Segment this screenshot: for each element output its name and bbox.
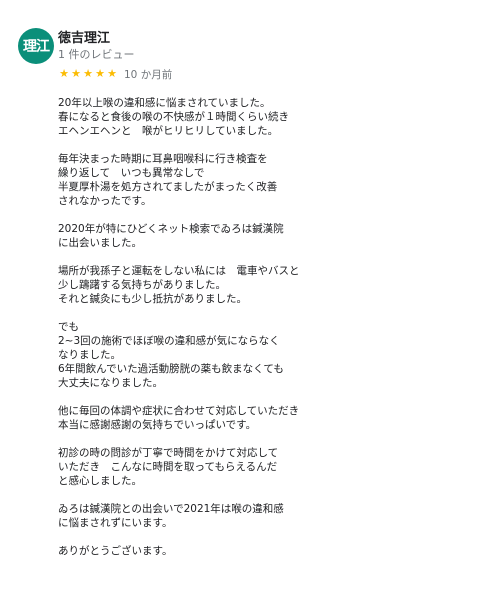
review-paragraph: 場所が我孫子と運転をしない私には 電車やバスと 少し躊躇する気持ちがありました。… xyxy=(58,265,300,305)
rating-row: ★ ★ ★ ★ ★ 10 か月前 xyxy=(58,67,172,81)
star-rating: ★ ★ ★ ★ ★ xyxy=(58,67,118,81)
review-card: 理江 徳吉理江 1 件のレビュー ★ ★ ★ ★ ★ 10 か月前 20年以上喉… xyxy=(0,0,504,601)
review-paragraph: ゐろは鍼漢院との出会いで2021年は喉の違和感 に悩まされずにいます。 xyxy=(58,503,284,529)
star-icon: ★ xyxy=(95,67,105,80)
review-paragraph: でも 2~3回の施術でほぼ喉の違和感が気にならなく なりました。 6年間飲んでい… xyxy=(58,321,284,389)
star-icon: ★ xyxy=(83,67,93,80)
review-text: 20年以上喉の違和感に悩まされていました。 春になると食後の喉の不快感が１時間く… xyxy=(58,96,488,572)
star-icon: ★ xyxy=(59,67,69,80)
avatar[interactable]: 理江 xyxy=(18,28,54,64)
star-icon: ★ xyxy=(71,67,81,80)
review-paragraph: 初診の時の問診が丁寧で時間をかけて対応して いただき こんなに時間を取ってもらえ… xyxy=(58,447,279,487)
review-paragraph: 他に毎回の体調や症状に合わせて対応していただき 本当に感謝感謝の気持ちでいっぱい… xyxy=(58,405,300,431)
review-paragraph: ありがとうございます。 xyxy=(58,545,173,557)
review-paragraph: 20年以上喉の違和感に悩まされていました。 春になると食後の喉の不快感が１時間く… xyxy=(58,97,289,137)
review-paragraph: 2020年が特にひどくネット検索でゐろは鍼漢院 に出会いました。 xyxy=(58,223,284,249)
review-count[interactable]: 1 件のレビュー xyxy=(58,46,135,62)
star-icon: ★ xyxy=(107,67,117,80)
reviewer-name[interactable]: 徳吉理江 xyxy=(58,27,110,46)
review-date: 10 か月前 xyxy=(124,68,173,81)
review-paragraph: 毎年決まった時期に耳鼻咽喉科に行き検査を 繰り返して いつも異常なしで 半夏厚朴… xyxy=(58,153,278,207)
